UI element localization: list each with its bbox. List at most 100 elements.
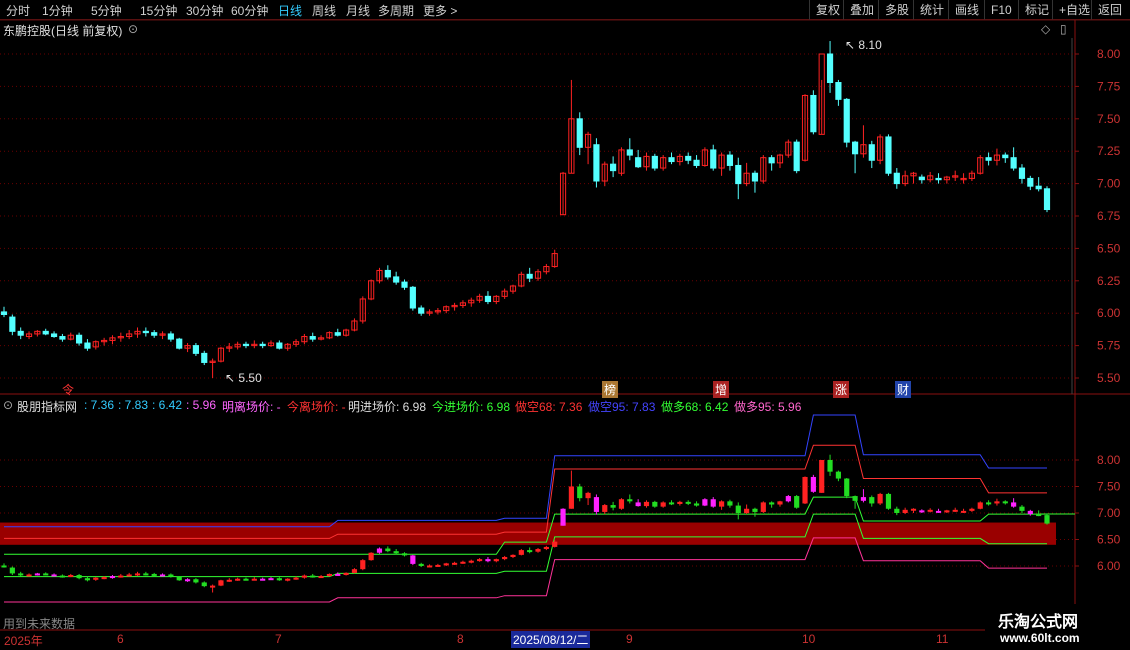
indicator-candle [618,499,625,509]
indicator-candle [535,549,541,552]
signal-band [0,522,1056,545]
indicator-candle [376,548,383,553]
indicator-candle [877,493,883,504]
price-tick-label: 6.50 [1097,241,1121,255]
indicator-candle [668,502,675,505]
indicator-candle [159,574,166,577]
indicator-candle [84,578,91,581]
candle-body [576,118,583,148]
candle-body [393,276,400,283]
indicator-candle [885,493,892,509]
indicator-name[interactable]: 股朋指标网 [17,398,77,415]
long-68: 做多68: 6.42 [661,400,729,414]
indicator-candle [201,582,207,587]
indicator-candle [844,478,850,497]
indicator-candle [276,578,282,581]
short-95: 做空95: 7.83 [588,400,656,414]
title-dropdown-icon[interactable]: ⊙ [128,22,138,36]
indicator-value-2: : 7.83 [118,398,149,412]
indicator-candle [285,578,291,581]
indicator-candle [293,577,299,580]
candle-body [384,269,391,278]
indicator-value-1: : 7.36 [84,398,115,412]
event-marker[interactable]: 令 [62,381,74,398]
candle-body [151,332,158,336]
indicator-candle [602,505,608,512]
candle-body [768,157,775,164]
indicator-candle [410,555,416,564]
indicator-candle [477,559,483,562]
indicator-tick-label: 7.00 [1097,506,1121,520]
indicator-candle [568,486,574,509]
indicator-dropdown-icon[interactable]: ⊙ [3,398,13,412]
indicator-candle [677,501,683,504]
candle-body [76,334,83,344]
indicator-candle [1044,515,1050,524]
indicator-candle [151,573,157,576]
candle-body [259,343,266,347]
indicator-candle [910,508,917,511]
candle-body [852,141,859,155]
indicator-candle [693,503,700,506]
kline-chart[interactable]: 8.00 7.75 7.50 7.25 7.00 6.75 6.50 6.25 6.00 5.75… [0,0,1130,650]
candle-body [593,144,600,182]
indicator-candle [710,499,716,507]
indicator-candle [485,559,491,562]
indicator-candle [735,505,741,513]
indicator-candle [994,501,1000,504]
candle-body [526,273,533,279]
short-95-line [4,414,1047,528]
price-tick-label: 7.50 [1097,112,1121,126]
candle-body [176,338,183,349]
indicator-candle [460,561,466,564]
indicator-candle [635,502,641,507]
indicator-candle [435,564,441,567]
candle-body [735,164,742,185]
indicator-candle [577,486,583,499]
candle-body [893,172,900,185]
indicator-value-4: : 5.96 [186,398,217,412]
stock-title: 东鹏控股(日线 前复权) [3,24,123,38]
watermark-title: 乐淘公式网 [998,612,1079,631]
panel-toggle-icon[interactable]: ▯ [1060,22,1067,36]
candle-body [0,311,8,315]
indicator-candle [1011,502,1017,507]
candle-body [651,155,658,169]
candle-body [668,157,675,163]
watermark-url: www.60lt.com [1000,631,1080,645]
event-marker[interactable]: 增 [713,381,730,398]
indicator-candle [819,460,825,493]
indicator-candle [802,476,808,504]
indicator-candle [268,578,274,581]
low-price-annotation: ↖ 5.50 [225,371,262,385]
price-tick-label: 7.25 [1097,144,1121,158]
candle-body [192,345,199,354]
candle-body [810,94,817,133]
candle-body [334,332,341,336]
indicator-candle [26,574,32,577]
candle-body [409,286,416,309]
price-tick-label: 5.50 [1097,371,1121,385]
indicator-candle [810,476,816,492]
candle-body [276,342,283,349]
indicator-candle [852,496,858,501]
indicator-candle [68,575,74,578]
candle-body [1010,157,1017,169]
indicator-candle [368,552,374,561]
date-label: 7 [275,632,282,646]
indicator-candle [401,553,408,556]
event-marker[interactable]: 财 [895,381,912,398]
settings-diamond-icon[interactable]: ◇ [1041,22,1050,36]
candle-body [610,163,617,172]
event-marker[interactable]: 榜 [602,381,619,398]
candle-body [1035,185,1042,190]
candle-body [935,177,942,181]
indicator-candle [627,499,633,502]
indicator-candle [752,508,758,512]
event-marker[interactable]: 涨 [833,381,850,398]
indicator-candle [310,575,316,578]
indicator-candle [468,560,474,563]
indicator-candle [184,579,191,582]
indicator-candle [118,575,124,578]
candle-body [1018,167,1026,179]
